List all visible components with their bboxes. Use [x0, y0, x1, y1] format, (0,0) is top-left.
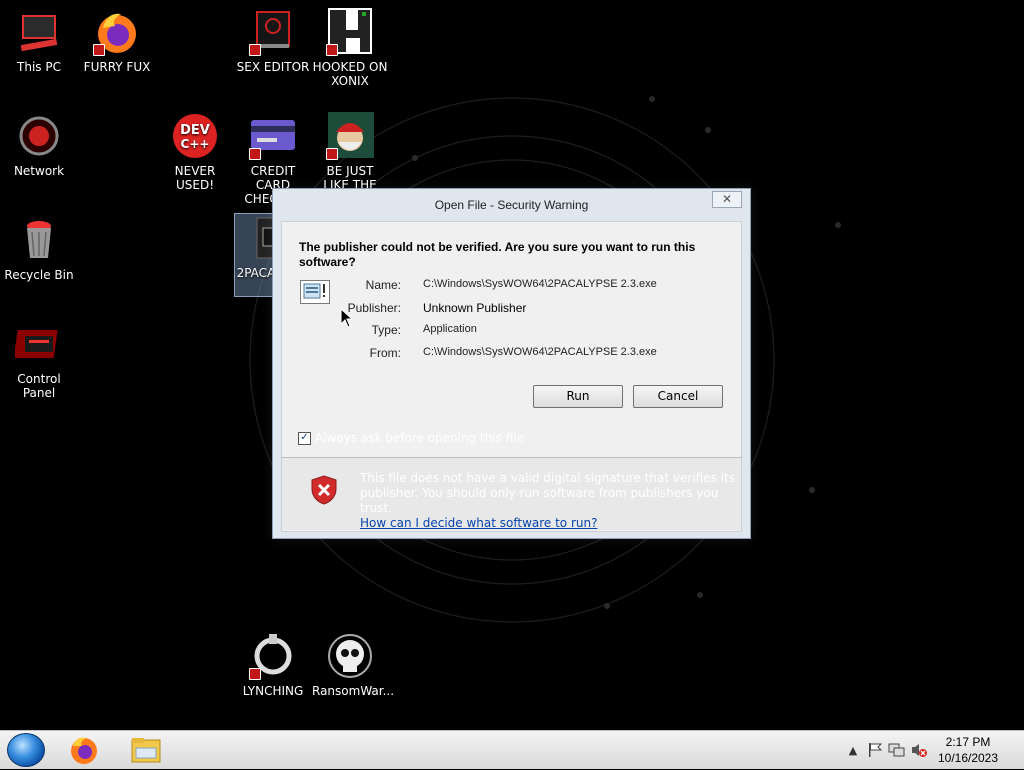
shield-error-icon [311, 475, 337, 505]
desktop-icon-label: LYNCHING [242, 684, 304, 698]
desktop-icon-ransomware[interactable]: RansomWar... [312, 632, 395, 698]
firefox-icon [71, 737, 97, 764]
network-tray-icon[interactable] [888, 742, 906, 758]
desktop-icon-furry-fux[interactable]: FURRY FUX [79, 8, 155, 74]
desktop-icon-label: FURRY FUX [83, 60, 151, 74]
flag-icon[interactable] [866, 742, 884, 758]
desktop-icon-lynching[interactable]: LYNCHING [235, 632, 311, 698]
app-icon [249, 8, 297, 56]
dev-cpp-icon: DEV C++ [171, 112, 219, 160]
computer-icon [15, 8, 63, 56]
field-label: Name: [365, 278, 401, 292]
desktop-icon-label: SEX EDITOR [236, 60, 310, 74]
desktop-icon-label: RansomWar... [312, 684, 395, 698]
desktop-icon-network[interactable]: Network [1, 112, 77, 178]
taskbar-firefox-button[interactable] [67, 734, 101, 766]
svg-text:C++: C++ [181, 137, 210, 151]
run-button[interactable]: Run [533, 385, 623, 408]
credit-card-icon [249, 112, 297, 160]
skull-icon [326, 632, 374, 680]
field-label: From: [369, 346, 401, 360]
help-link[interactable]: How can I decide what software to run? [360, 516, 597, 530]
desktop-icon-label: HOOKED ON XONIX [312, 60, 388, 88]
desktop-icon-label: This PC [17, 60, 61, 74]
taskbar: ▲ 2:17 PM 10/16/2023 [0, 730, 1024, 769]
system-tray: ▲ [846, 731, 928, 769]
shortcut-arrow-icon [326, 44, 338, 56]
checkbox-label: Always ask before opening this file [315, 431, 524, 445]
svg-text:DEV: DEV [180, 123, 210, 138]
desktop-icon-sex-editor[interactable]: SEX EDITOR [235, 8, 311, 74]
from-value: C:\Windows\SysWOW64\2PACALYPSE 2.3.exe [423, 346, 657, 358]
desktop-icon-never-used[interactable]: DEV C++ NEVER USED! [157, 112, 233, 192]
dialog-title: Open File - Security Warning [434, 198, 589, 212]
noose-icon [249, 632, 297, 680]
folder-icon [131, 738, 161, 763]
always-ask-checkbox[interactable]: ✓ [298, 431, 311, 445]
clock-time: 2:17 PM [945, 735, 991, 749]
shortcut-arrow-icon [249, 148, 261, 160]
close-button[interactable]: ✕ [712, 191, 742, 208]
character-icon [326, 112, 374, 160]
show-hidden-icons-icon[interactable]: ▲ [846, 744, 860, 757]
clock-date: 10/16/2023 [937, 751, 999, 765]
mouse-cursor-icon [340, 308, 354, 328]
desktop-icon-label: Control Panel [17, 372, 61, 400]
warning-message: This file does not have a valid digital … [360, 471, 740, 531]
recycle-bin-icon [15, 216, 63, 264]
desktop-icon-label: Recycle Bin [4, 268, 74, 282]
shortcut-arrow-icon [93, 44, 105, 56]
taskbar-file-explorer-button[interactable] [129, 734, 163, 766]
publisher-value: Unknown Publisher [423, 301, 527, 315]
security-warning-dialog: Open File - Security Warning ✕ The publi… [272, 188, 751, 539]
shortcut-arrow-icon [249, 44, 261, 56]
desktop-icon-label: NEVER USED! [174, 164, 216, 192]
system-clock[interactable]: 2:17 PM 10/16/2023 [928, 734, 1008, 766]
file-name-value: C:\Windows\SysWOW64\2PACALYPSE 2.3.exe [423, 278, 657, 290]
warning-panel: This file does not have a valid digital … [282, 458, 741, 530]
game-icon [326, 8, 374, 56]
desktop-icon-this-pc[interactable]: This PC [1, 8, 77, 74]
network-icon [15, 112, 63, 160]
control-panel-icon [13, 320, 63, 368]
shortcut-arrow-icon [326, 148, 338, 160]
warning-question: The publisher could not be verified. Are… [299, 240, 696, 269]
type-value: Application [423, 323, 477, 335]
desktop-icon-label: Network [13, 164, 65, 178]
start-button[interactable] [7, 733, 45, 767]
warning-text: This file does not have a valid digital … [360, 471, 735, 515]
volume-muted-icon[interactable] [910, 742, 928, 758]
always-ask-option[interactable]: ✓ Always ask before opening this file [298, 431, 524, 445]
firefox-icon [93, 8, 141, 56]
desktop-icon-control-panel[interactable]: Control Panel [1, 320, 77, 400]
desktop-icon-recycle-bin[interactable]: Recycle Bin [1, 216, 77, 282]
shortcut-arrow-icon [249, 668, 261, 680]
desktop-icon-hooked-on-xonix[interactable]: HOOKED ON XONIX [312, 8, 388, 88]
cancel-button[interactable]: Cancel [633, 385, 723, 408]
close-icon: ✕ [721, 192, 733, 206]
